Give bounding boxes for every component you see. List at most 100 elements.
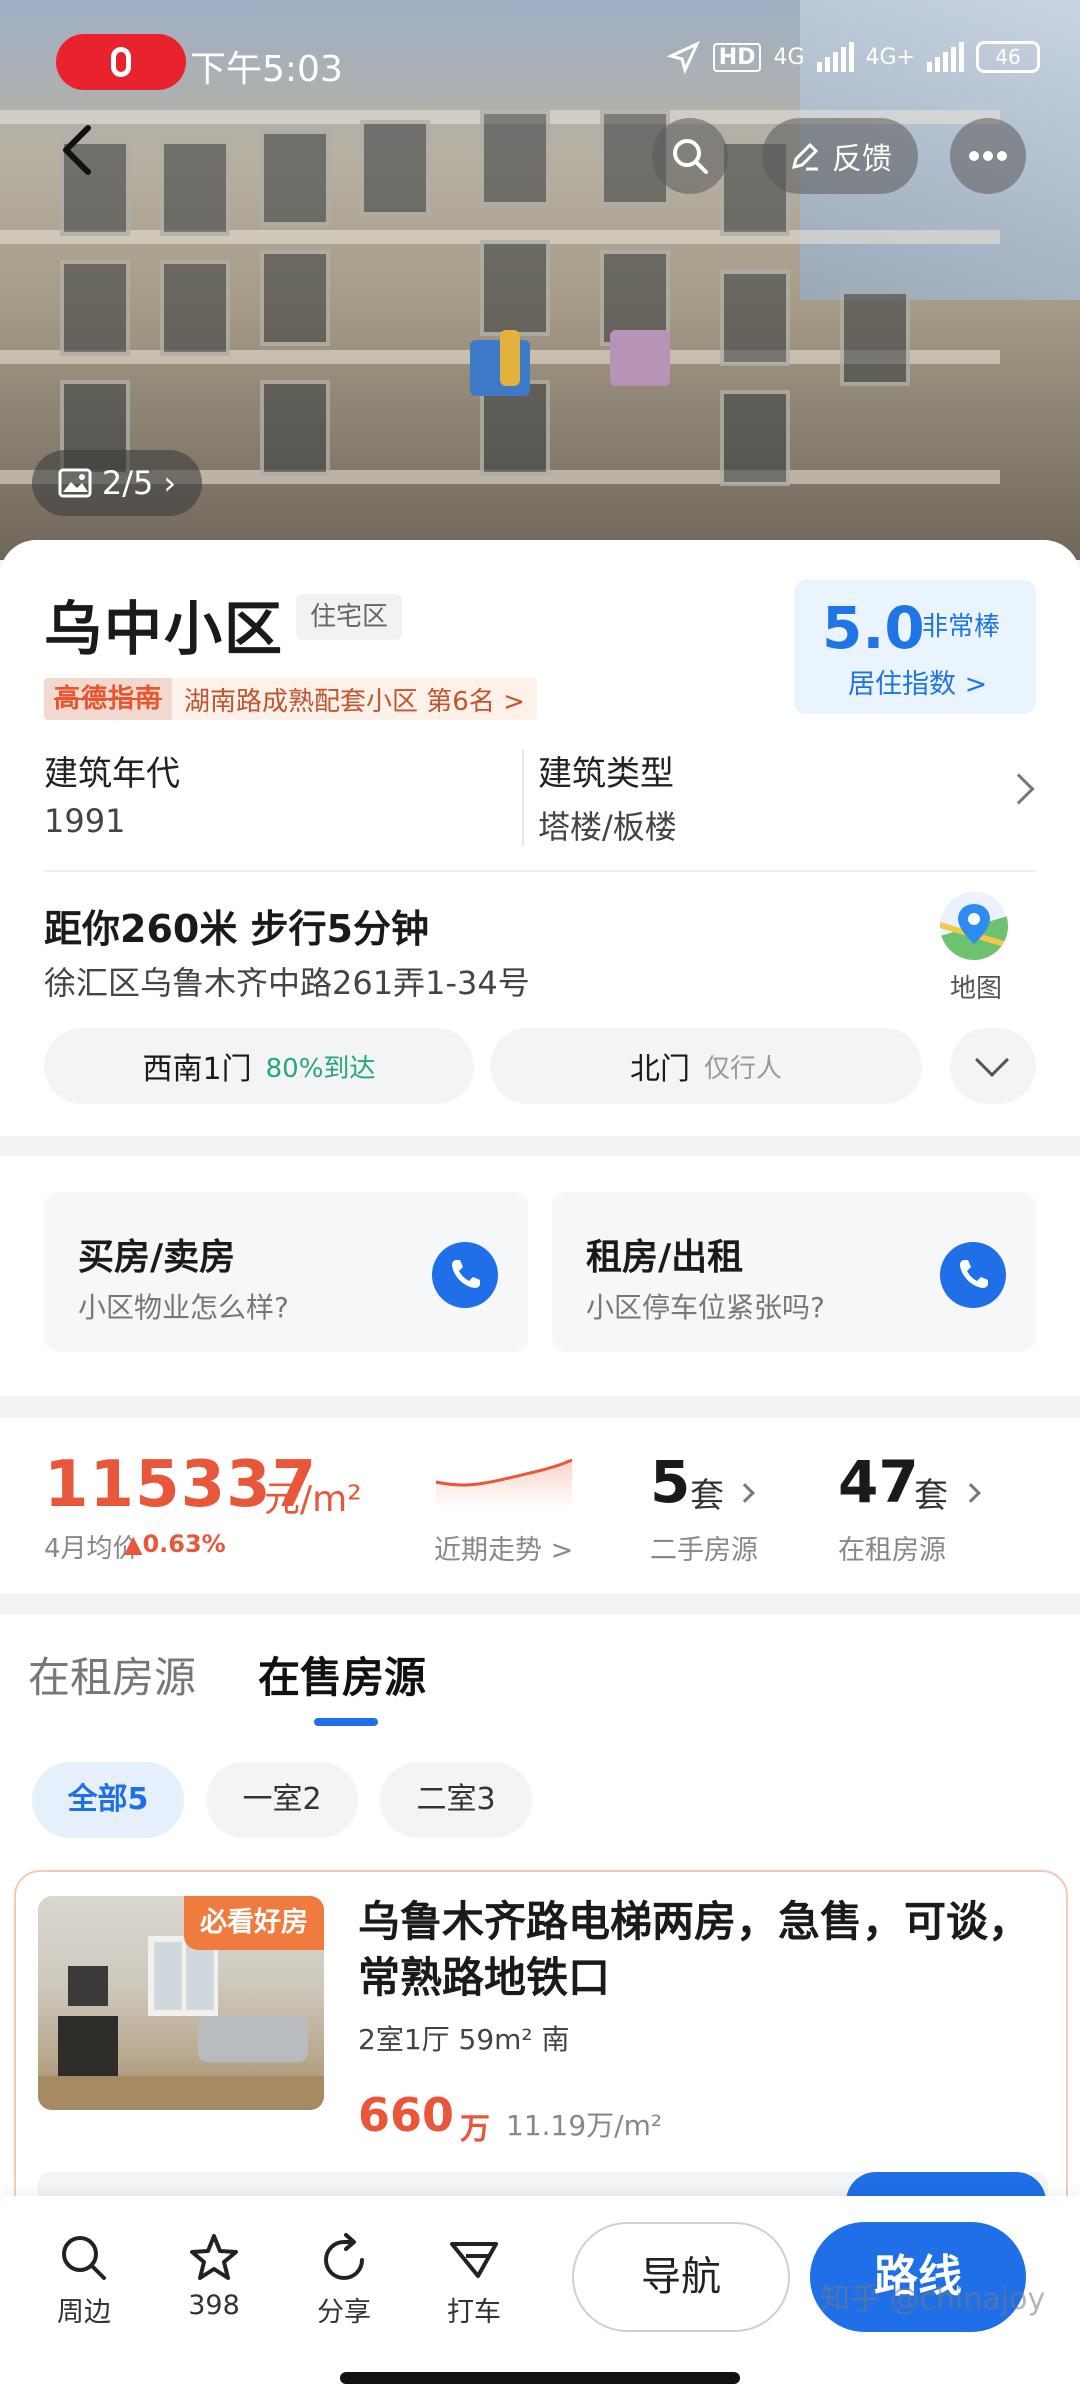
back-arrow-icon[interactable] — [50, 120, 110, 180]
nearby-label: 周边 — [57, 2297, 111, 2328]
divider — [522, 750, 524, 846]
signal-icon — [927, 42, 964, 72]
favorite-count: 398 — [188, 2290, 240, 2321]
status-time: 下午5:03 — [190, 49, 343, 90]
photo-window — [480, 240, 550, 336]
gate-note: 仅行人 — [703, 1053, 782, 1084]
listing-price-unit: 万 — [460, 2112, 490, 2147]
build-type-label: 建筑类型 — [538, 754, 674, 794]
gate-north[interactable]: 北门 仅行人 — [490, 1028, 922, 1104]
phone-glyph — [960, 1260, 988, 1288]
photo-counter-label: 2/5 — [101, 464, 154, 502]
listing-unit-price: 11.19万/m² — [506, 2109, 663, 2142]
filter-two-bedroom[interactable]: 二室3 — [380, 1762, 532, 1838]
photo-window — [60, 260, 130, 356]
photo-counter[interactable]: 2/5 › — [32, 450, 202, 516]
photo-window — [260, 250, 330, 346]
consult-rent[interactable]: 租房/出租 小区停车位紧张吗? — [552, 1192, 1036, 1352]
must-see-badge: 必看好房 — [184, 1896, 324, 1950]
navigate-button[interactable]: 导航 — [572, 2222, 790, 2332]
community-type-tag: 住宅区 — [296, 594, 403, 640]
voice-record-indicator[interactable] — [56, 34, 186, 90]
build-type-value: 塔楼/板楼 — [538, 808, 677, 846]
taxi-button[interactable]: 打车 — [424, 2230, 524, 2329]
rent-unit: 套 — [914, 1476, 948, 1516]
gate-name: 西南1门 — [142, 1052, 252, 1087]
nearby-button[interactable]: 周边 — [34, 2230, 134, 2329]
expand-gates-button[interactable] — [950, 1028, 1036, 1104]
image-icon — [58, 468, 92, 498]
address-text: 徐汇区乌鲁木齐中路261弄1-34号 — [44, 964, 530, 1002]
guide-logo: 高德指南 — [44, 678, 173, 720]
community-info-card: 乌中小区 住宅区 高德指南 湖南路成熟配套小区 第6名 > 5.0 非常棒 居住… — [0, 540, 1080, 1136]
second-hand-label: 二手房源 — [650, 1535, 758, 1566]
photo-window — [720, 390, 790, 486]
consult-subtitle: 小区停车位紧张吗? — [586, 1291, 825, 1324]
rent-count[interactable]: 47 — [838, 1448, 919, 1516]
community-name: 乌中小区 — [44, 595, 285, 663]
share-label: 分享 — [317, 2297, 371, 2328]
location-arrow-icon — [666, 40, 700, 74]
listing-photo[interactable]: 必看好房 — [38, 1896, 324, 2110]
feedback-label: 反馈 — [832, 142, 892, 177]
photo-window — [720, 270, 790, 366]
taxi-label: 打车 — [447, 2297, 501, 2328]
price-trend-sparkline[interactable] — [434, 1454, 574, 1508]
photo-window — [260, 380, 330, 476]
edit-pen-icon — [791, 142, 819, 171]
battery-icon: 46 — [976, 41, 1040, 73]
filter-one-bedroom[interactable]: 一室2 — [206, 1762, 358, 1838]
filter-all[interactable]: 全部5 — [32, 1762, 184, 1838]
price-section: 115337 元/m² 4月均价 ▲0.63% 近期走势 > 5 套 二手房源 … — [0, 1418, 1080, 1594]
trend-link[interactable]: 近期走势 > — [434, 1528, 573, 1567]
share-icon — [323, 2233, 364, 2281]
search-icon — [62, 2236, 106, 2280]
photo-window — [160, 260, 230, 356]
chevron-right-icon: › — [163, 464, 177, 502]
tab-for-sale[interactable]: 在售房源 — [258, 1644, 426, 1705]
average-price-unit: 元/m² — [264, 1479, 362, 1520]
feedback-button[interactable]: 反馈 — [762, 118, 918, 194]
gate-southwest-1[interactable]: 西南1门 80%到达 — [44, 1028, 474, 1104]
phone-icon[interactable] — [940, 1242, 1006, 1308]
app-screen: 下午5:03 HD 4G 4G+ 46 反馈 2/5 › 乌中小区 住宅区 高德… — [0, 0, 1080, 2400]
photo-window — [840, 290, 910, 386]
living-index-link: 居住指数 > — [848, 669, 988, 700]
consult-title: 租房/出租 — [586, 1237, 744, 1278]
price-change: ▲0.63% — [124, 1530, 226, 1558]
consult-subtitle: 小区物业怎么样? — [78, 1291, 289, 1324]
tab-for-rent[interactable]: 在租房源 — [28, 1644, 196, 1705]
phone-glyph — [452, 1260, 480, 1288]
more-button[interactable] — [950, 118, 1026, 194]
photo-window — [260, 130, 330, 226]
photo-window — [360, 120, 430, 216]
living-index-card[interactable]: 5.0 非常棒 居住指数 > — [794, 580, 1036, 714]
taxi-icon — [450, 2242, 498, 2278]
more-dots-icon — [969, 151, 1007, 161]
community-photo[interactable]: 下午5:03 HD 4G 4G+ 46 反馈 2/5 › — [0, 0, 1080, 560]
photo-window — [160, 140, 230, 236]
home-indicator[interactable] — [340, 2372, 740, 2384]
phone-icon[interactable] — [432, 1242, 498, 1308]
gate-note: 80%到达 — [265, 1053, 376, 1084]
network-label-1: 4G — [773, 44, 805, 70]
photo-laundry — [500, 330, 520, 386]
status-icons: HD 4G 4G+ 46 — [666, 40, 1040, 74]
second-hand-unit: 套 — [690, 1476, 724, 1516]
share-button[interactable]: 分享 — [294, 2230, 394, 2329]
listing-spec: 2室1厅 59m² 南 — [358, 2023, 570, 2056]
favorite-button[interactable]: 398 — [164, 2230, 264, 2321]
second-hand-count[interactable]: 5 — [650, 1448, 690, 1516]
map-pin-icon[interactable] — [940, 892, 1008, 960]
divider — [44, 870, 1036, 872]
build-year-label: 建筑年代 — [44, 754, 180, 794]
ranking-badge[interactable]: 高德指南 湖南路成熟配套小区 第6名 > — [44, 678, 537, 720]
consult-buy-sell[interactable]: 买房/卖房 小区物业怎么样? — [44, 1192, 528, 1352]
build-year-value: 1991 — [44, 802, 126, 840]
listing-title: 乌鲁木齐路电梯两房，急售，可谈，常熟路地铁口 — [358, 1897, 1031, 2002]
chevron-down-icon — [975, 1043, 1009, 1077]
chevron-right-icon[interactable] — [1003, 773, 1035, 805]
search-button[interactable] — [652, 118, 728, 194]
star-icon — [190, 2234, 238, 2280]
watermark-text: 知乎 @chinajoy — [820, 2282, 1046, 2317]
